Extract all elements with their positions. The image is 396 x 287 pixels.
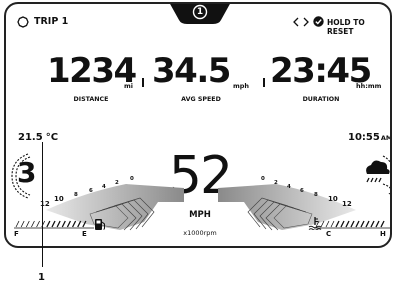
gauge-tick: [61, 220, 66, 228]
gauge-tick: [375, 220, 380, 228]
gauge-tick: [355, 220, 360, 228]
gauge-tick: [77, 220, 82, 228]
tach-tick-label: 2: [274, 180, 278, 186]
temp-hot-label: H: [380, 230, 386, 238]
gauge-tick: [315, 220, 320, 228]
callout-leader: [42, 142, 44, 267]
tach-tick-label: 4: [287, 184, 291, 190]
gear-indicator: 3: [17, 156, 36, 189]
duration-unit: hh:mm: [356, 82, 382, 90]
check-circle-icon: [313, 16, 324, 27]
tach-tick-label: 8: [74, 192, 78, 198]
clock-ampm: AM: [380, 134, 392, 142]
trip-number: 1: [196, 7, 204, 17]
fuel-full-label: F: [14, 230, 19, 238]
tach-tick-label: 0: [261, 176, 265, 182]
distance-unit: mi: [124, 82, 134, 90]
trip-label: TRIP 1: [34, 16, 69, 27]
gauge-tick: [320, 220, 325, 228]
tach-tick-label: 10: [328, 195, 338, 203]
tach-tick-label: 2: [115, 180, 119, 186]
tach-tick-label: 10: [54, 195, 64, 203]
avg-speed-value: 34.5: [152, 51, 231, 91]
temperature-unit: °C: [45, 132, 59, 143]
gauge-tick: [335, 220, 340, 228]
gauge-tick: [20, 220, 25, 228]
tach-tick-label: 6: [300, 188, 304, 194]
avg-speed-label: AVG SPEED: [181, 96, 221, 103]
clock-time: 10:55: [348, 132, 380, 143]
duration-label: DURATION: [302, 96, 340, 103]
tach-tick-label: 4: [102, 184, 106, 190]
gauge-tick: [325, 220, 330, 228]
cloud-rain-icon: [366, 155, 390, 195]
clock: 10:55AM: [348, 132, 392, 143]
distance-value: 1234: [47, 51, 137, 91]
gauge-tick: [25, 220, 30, 228]
temperature-number: 21.5: [18, 132, 43, 143]
tach-tick-label: 6: [89, 188, 93, 194]
hold-to-reset-button[interactable]: HOLD TO RESET: [327, 18, 390, 36]
avg-speed-unit: mph: [233, 82, 250, 90]
distance-label: DISTANCE: [73, 96, 109, 103]
callout-number: 1: [38, 272, 45, 283]
gauge-tick: [365, 220, 370, 228]
dashboard-screen: 1 TRIP 1 HOLD TO RESET 1234 mi DISTANCE …: [4, 2, 392, 248]
gauge-tick: [71, 220, 77, 228]
gauge-tick: [66, 220, 72, 228]
tach-tick-label: 8: [314, 192, 318, 198]
gauge-tick: [380, 220, 385, 228]
gauge-tick: [82, 220, 87, 228]
stat-divider: [263, 78, 265, 87]
chevron-arrows-icon[interactable]: [292, 17, 310, 27]
fuel-pump-icon: [95, 219, 105, 230]
fuel-empty-label: E: [82, 230, 87, 238]
temperature-value: 21.5 °C: [18, 132, 58, 143]
gauge-tick: [340, 220, 345, 228]
temp-cold-label: C: [326, 230, 332, 238]
stat-divider: [142, 78, 144, 87]
gauge-tick: [370, 220, 375, 228]
tach-tick-label: 0: [130, 176, 134, 182]
gauge-tick: [51, 220, 56, 228]
circle-dotted-icon: [17, 16, 29, 28]
gauge-tick: [36, 220, 40, 228]
fuel-gauge-bar: [14, 220, 94, 229]
gauge-tick: [56, 220, 61, 228]
gauge-tick: [15, 220, 20, 228]
tach-tick-label: 12: [342, 200, 352, 208]
temp-gauge-bar: [314, 220, 390, 229]
gauge-tick: [350, 220, 355, 228]
gauge-tick: [31, 220, 35, 228]
gauge-tick: [360, 220, 365, 228]
gauge-tick: [345, 220, 350, 228]
gauge-tick: [330, 220, 335, 228]
gauge-tick: [46, 220, 51, 228]
